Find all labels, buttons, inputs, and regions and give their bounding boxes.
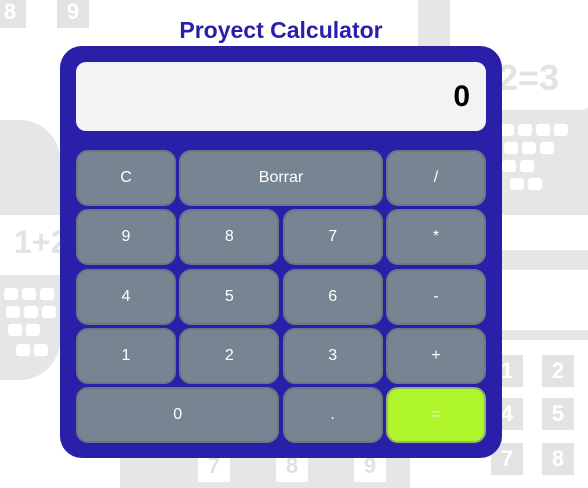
bg-key — [522, 142, 536, 154]
digit-5-button[interactable]: 5 — [179, 268, 280, 325]
digit-0-button[interactable]: 0 — [76, 387, 280, 443]
bg-key — [16, 344, 30, 356]
digit-9-button[interactable]: 9 — [76, 209, 176, 266]
bg-key — [42, 306, 56, 318]
bg-cell: 5 — [542, 398, 574, 430]
minus-button[interactable]: - — [385, 268, 486, 325]
digit-4-button[interactable]: 4 — [76, 268, 176, 325]
bg-key — [40, 288, 54, 300]
borrar-button[interactable]: Borrar — [179, 150, 383, 206]
bg-key — [6, 306, 20, 318]
bg-key — [26, 324, 40, 336]
divide-button[interactable]: / — [385, 150, 486, 206]
digit-8-button[interactable]: 8 — [179, 209, 280, 266]
bg-key — [504, 142, 518, 154]
bg-cell: 2 — [542, 355, 574, 387]
decimal-button[interactable]: . — [282, 387, 383, 443]
digit-2-button[interactable]: 2 — [179, 327, 280, 384]
calculator-display: 0 — [76, 62, 486, 131]
digit-7-button[interactable]: 7 — [282, 209, 383, 266]
bg-key — [520, 160, 534, 172]
bg-key — [500, 124, 514, 136]
plus-button[interactable]: + — [385, 327, 486, 384]
bg-cell: 8 — [542, 443, 574, 475]
page-title: Proyect Calculator — [179, 17, 383, 43]
bg-key — [4, 288, 18, 300]
keypad: C Borrar / 9 8 7 * 4 5 6 - 1 2 3 + 0 . = — [76, 150, 486, 443]
digit-6-button[interactable]: 6 — [282, 268, 383, 325]
clear-button[interactable]: C — [76, 150, 176, 206]
bg-shape — [502, 270, 588, 330]
equals-button[interactable]: = — [385, 387, 486, 443]
bg-key — [518, 124, 532, 136]
multiply-button[interactable]: * — [385, 209, 486, 266]
digit-3-button[interactable]: 3 — [282, 327, 383, 384]
bg-key — [536, 124, 550, 136]
bg-equation: 2=3 — [498, 57, 560, 98]
bg-key — [8, 324, 22, 336]
bg-key — [22, 288, 36, 300]
bg-key — [554, 124, 568, 136]
bg-key — [502, 160, 516, 172]
calculator: 0 C Borrar / 9 8 7 * 4 5 6 - 1 2 3 + 0 .… — [60, 46, 502, 458]
bg-key — [528, 178, 542, 190]
bg-key — [540, 142, 554, 154]
bg-key — [510, 178, 524, 190]
bg-key — [24, 306, 38, 318]
digit-1-button[interactable]: 1 — [76, 327, 176, 384]
bg-key — [34, 344, 48, 356]
